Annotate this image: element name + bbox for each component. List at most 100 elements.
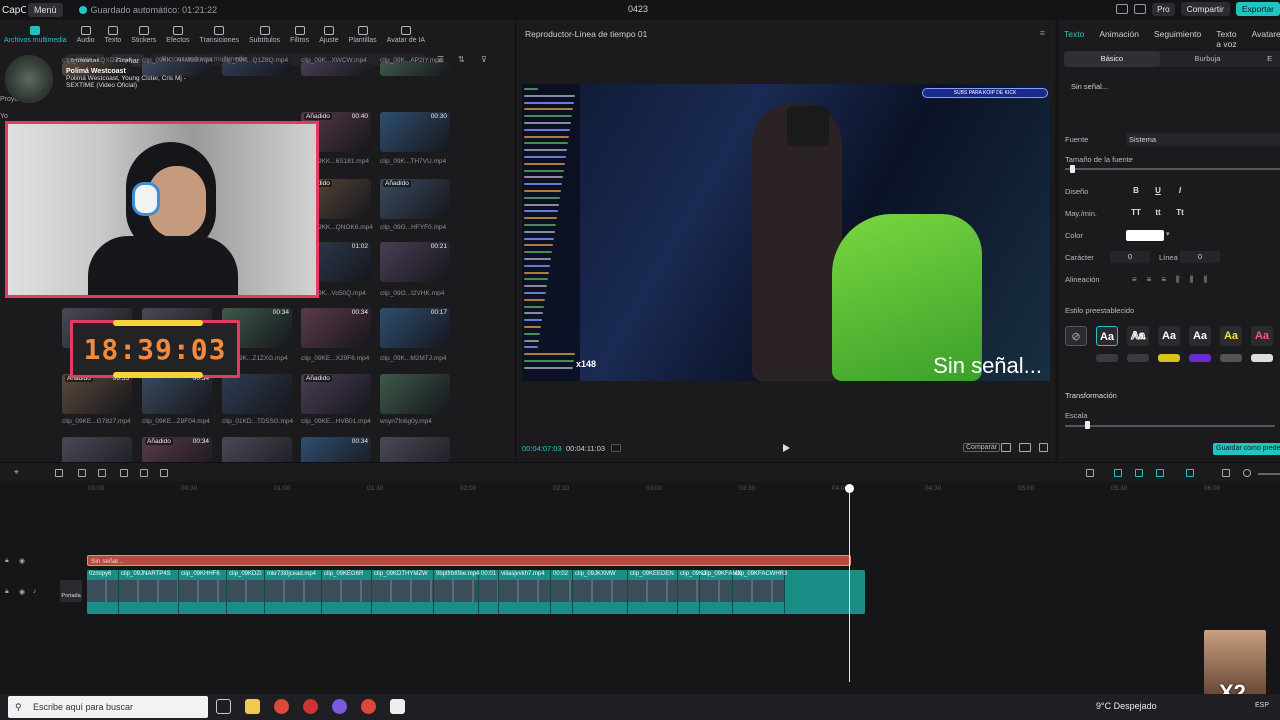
file-explorer-icon[interactable] [245,699,260,714]
preset-8[interactable] [1127,354,1149,362]
media-thumbnail[interactable]: 00:21 [380,242,450,282]
fullscreen-icon[interactable] [1039,443,1048,452]
discord-icon[interactable] [332,699,347,714]
preset-5[interactable]: Aa [1220,326,1242,346]
scale-knob[interactable] [1085,421,1090,429]
media-thumbnail[interactable] [301,62,371,76]
subtab-bubble[interactable]: Burbuja [1160,51,1256,67]
lock-icon[interactable]: 🔒︎ [5,588,9,596]
tool-subtitles[interactable]: Subtítulos [249,26,280,46]
video-clip[interactable]: clip_09KEEDEN [628,570,678,614]
align-right-icon[interactable]: ≡ [1161,275,1166,285]
trim-right-icon[interactable] [140,469,148,477]
tool-ai-avatar[interactable]: Avatar de IA [387,26,425,46]
align-left-icon[interactable]: ≡ [1132,275,1137,285]
export-button[interactable]: Exportar [1235,2,1280,16]
media-thumbnail[interactable] [222,62,292,76]
transform-label[interactable]: Transformación [1065,391,1117,400]
media-thumbnail[interactable] [380,374,450,414]
compare-button[interactable]: Comparar [963,443,1001,452]
fit-icon[interactable] [1222,469,1230,477]
media-thumbnail[interactable]: 00:34 [301,308,371,348]
no-signal-text[interactable]: Sin señal... [933,353,1042,379]
media-thumbnail[interactable] [222,374,292,414]
keyboard-icon[interactable] [1134,4,1147,14]
taskbar-search[interactable]: Escribe aquí para buscar [8,696,208,718]
media-thumbnail[interactable]: Añadido [380,179,450,219]
select-cursor-icon[interactable]: ⌖ [14,467,22,477]
tab-animation[interactable]: Animación [1099,29,1139,49]
undo-icon[interactable] [55,469,63,477]
trim-left-icon[interactable] [120,469,128,477]
uppercase-button[interactable]: TT [1126,206,1146,219]
lock-icon[interactable]: 🔒︎ [5,557,9,565]
pro-button[interactable]: Pro [1152,2,1175,16]
eye-icon[interactable]: ◉ [19,557,25,565]
tool-transitions[interactable]: Transiciones [200,26,239,46]
tool-text[interactable]: Texto [105,26,121,46]
titlecase-button[interactable]: Tt [1170,206,1190,219]
tool-templates[interactable]: Plantillas [349,26,377,46]
video-clip[interactable]: 00:02 [551,570,573,614]
italic-button[interactable]: I [1170,184,1190,197]
preset-6[interactable]: Aa [1251,326,1273,346]
character-spacing-input[interactable]: 0 [1110,251,1150,263]
video-clip[interactable]: clip_09KJ [678,570,706,614]
weather-widget[interactable]: 9°C Despejado [1096,701,1157,711]
link-icon[interactable] [1135,469,1143,477]
mic-icon[interactable] [1086,469,1094,477]
media-thumbnail[interactable]: 00:30 [380,112,450,152]
video-clip[interactable]: 0zmipy6 [87,570,119,614]
save-default-button[interactable]: Guardar como predeterminado [1213,443,1280,455]
capcut-taskbar-icon[interactable] [390,699,405,714]
align-bottom-icon[interactable]: ⫼ [1203,275,1207,285]
video-clip[interactable]: clip_09KEG6R [322,570,372,614]
media-thumbnail[interactable]: Añadido [301,374,371,414]
font-size-knob[interactable] [1070,165,1075,173]
filter-icon[interactable]: ⊽ [481,55,487,64]
color-dropdown-icon[interactable]: ▾ [1166,230,1170,238]
obs-icon[interactable] [303,699,318,714]
preset-none-icon[interactable]: ⊘ [1065,326,1087,346]
redo-icon[interactable] [78,469,86,477]
eye-icon[interactable]: ◉ [19,588,25,596]
tool-stickers[interactable]: Stickers [131,26,156,46]
align-vertical-icon[interactable]: ⫼ [1190,275,1194,285]
language-indicator[interactable]: ESP [1255,702,1269,709]
sort-icon[interactable]: ⇅ [458,55,465,64]
video-clip[interactable]: 00:01 [479,570,499,614]
preset-11[interactable] [1220,354,1242,362]
tool-effects[interactable]: Efectos [166,26,190,46]
playhead-handle[interactable] [845,484,854,493]
task-view-icon[interactable] [216,699,231,714]
tool-filters[interactable]: Filtros [290,26,309,46]
video-clip[interactable]: clip_09KDZI [227,570,265,614]
preset-3[interactable]: Aa [1158,326,1180,346]
lowercase-button[interactable]: tt [1148,206,1168,219]
chrome-profile-icon[interactable] [361,699,376,714]
preset-1[interactable]: Aa [1096,326,1118,346]
ratio-icon[interactable] [1019,443,1031,452]
play-button[interactable] [783,444,790,452]
video-clip[interactable]: clip_09KDTHYMZW [372,570,434,614]
zoom-slider[interactable] [1258,473,1280,475]
video-clip[interactable]: villasjvvkh7.mp4 [499,570,551,614]
line-spacing-input[interactable]: 0 [1180,251,1220,263]
timecode-icon[interactable] [611,444,621,452]
preset-7[interactable] [1096,354,1118,362]
bold-button[interactable]: B [1126,184,1146,197]
video-clip[interactable]: clip_09JKXMW [573,570,628,614]
video-clip[interactable]: clip_09KFACWHR3 [733,570,787,614]
cover-button[interactable]: Portada [60,580,82,602]
media-thumbnail[interactable] [380,62,450,76]
chrome-icon[interactable] [274,699,289,714]
magnet-icon[interactable] [1114,469,1122,477]
text-input[interactable]: Sin señal... [1071,82,1108,91]
font-select[interactable]: Sistema [1126,133,1280,146]
tool-media[interactable]: Archivos multimedia [4,26,67,46]
tab-tts[interactable]: Texto a voz [1216,29,1236,49]
subtab-basic[interactable]: Básico [1064,51,1160,67]
underline-button[interactable]: U [1148,184,1168,197]
media-thumbnail[interactable]: 00:34 [142,374,212,414]
layout-icon[interactable] [1116,4,1129,14]
